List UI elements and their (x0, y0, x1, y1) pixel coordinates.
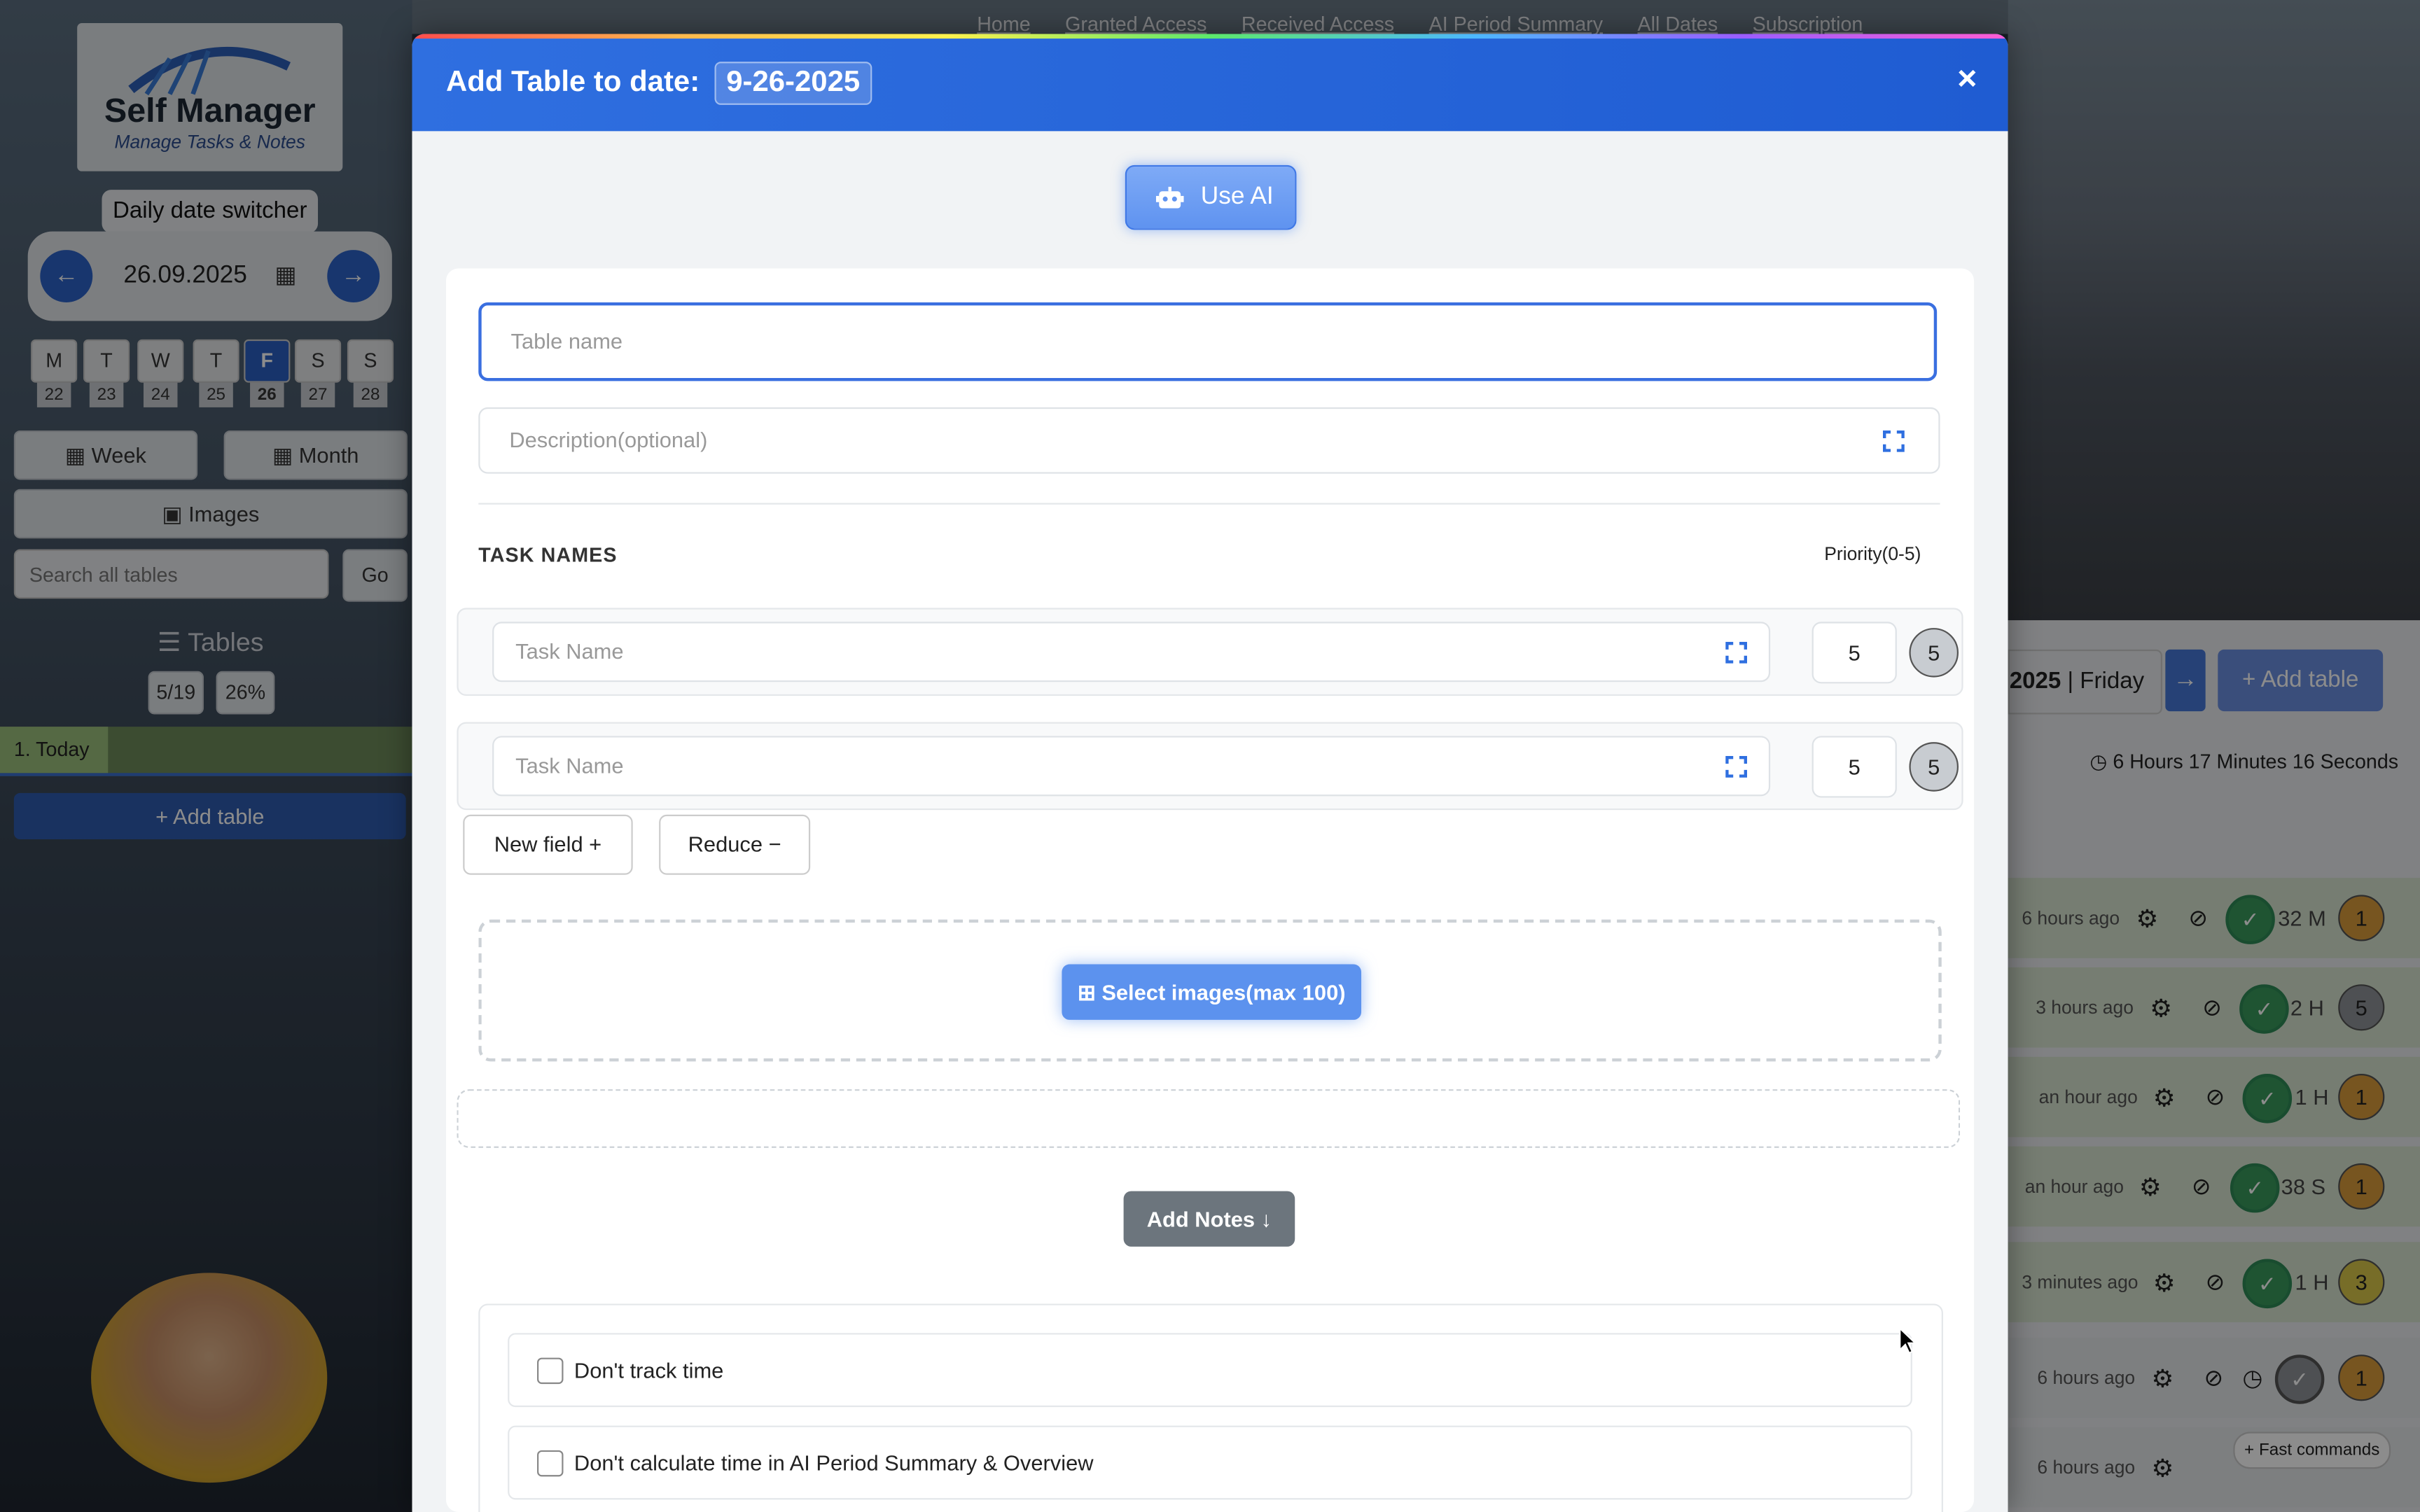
app-root: Home Granted Access Received Access AI P… (0, 0, 2420, 1512)
modal-date-chip: 9-26-2025 (714, 62, 872, 105)
use-ai-button[interactable]: Use AI (1125, 164, 1297, 230)
robot-icon (1155, 186, 1184, 209)
modal-header: Add Table to date: 9-26-2025 × (412, 34, 2008, 132)
select-images-label: Select images(max 100) (1101, 979, 1346, 1004)
reduce-button[interactable]: Reduce − (659, 814, 811, 875)
description-input[interactable]: Description(optional) (478, 407, 1940, 474)
priority-badge: 5 (1909, 628, 1959, 678)
close-icon[interactable]: × (1957, 59, 1977, 99)
option-label: Don't track time (573, 1357, 724, 1382)
task-row-2: Task Name 5 5 (457, 722, 1963, 811)
expand-icon[interactable] (1725, 641, 1748, 664)
priority-badge: 5 (1909, 742, 1959, 792)
task-names-heading: TASK NAMES (478, 542, 618, 566)
divider (478, 503, 1940, 505)
form-card: Table name Description(optional) TASK NA… (445, 268, 1975, 1512)
expand-icon[interactable] (1883, 430, 1905, 452)
modal-title: Add Table to date: 9-26-2025 (446, 62, 872, 105)
add-notes-button[interactable]: Add Notes ↓ (1123, 1191, 1295, 1247)
table-name-input[interactable]: Table name (478, 302, 1938, 382)
expand-icon[interactable] (1725, 756, 1748, 778)
new-field-button[interactable]: New field + (463, 814, 633, 875)
image-preview-area (457, 1089, 1961, 1148)
task-row-1: Task Name 5 5 (457, 608, 1963, 696)
dont-calculate-time-option[interactable]: Don't calculate time in AI Period Summar… (508, 1425, 1912, 1500)
rainbow-bar (412, 34, 2008, 39)
task-name-input[interactable]: Task Name (492, 736, 1771, 797)
priority-input[interactable]: 5 (1811, 736, 1897, 798)
select-images-button[interactable]: ⊞ Select images(max 100) (1062, 964, 1362, 1020)
use-ai-label: Use AI (1200, 183, 1274, 210)
add-table-modal: Add Table to date: 9-26-2025 × Use AI Ta… (412, 34, 2008, 1512)
priority-input[interactable]: 5 (1811, 622, 1897, 684)
priority-heading: Priority(0-5) (1824, 542, 1921, 565)
checkbox[interactable] (537, 1450, 564, 1477)
mouse-cursor-icon (1899, 1326, 1917, 1354)
checkbox[interactable] (537, 1357, 564, 1385)
plus-square-icon: ⊞ (1077, 979, 1102, 1004)
task-name-input[interactable]: Task Name (492, 622, 1771, 682)
modal-title-text: Add Table to date: (445, 66, 700, 99)
image-dropzone[interactable]: ⊞ Select images(max 100) (478, 919, 1942, 1062)
dont-track-time-option[interactable]: Don't track time (508, 1333, 1912, 1408)
options-panel: Don't track time Don't calculate time in… (478, 1303, 1943, 1512)
option-label: Don't calculate time in AI Period Summar… (573, 1450, 1094, 1476)
